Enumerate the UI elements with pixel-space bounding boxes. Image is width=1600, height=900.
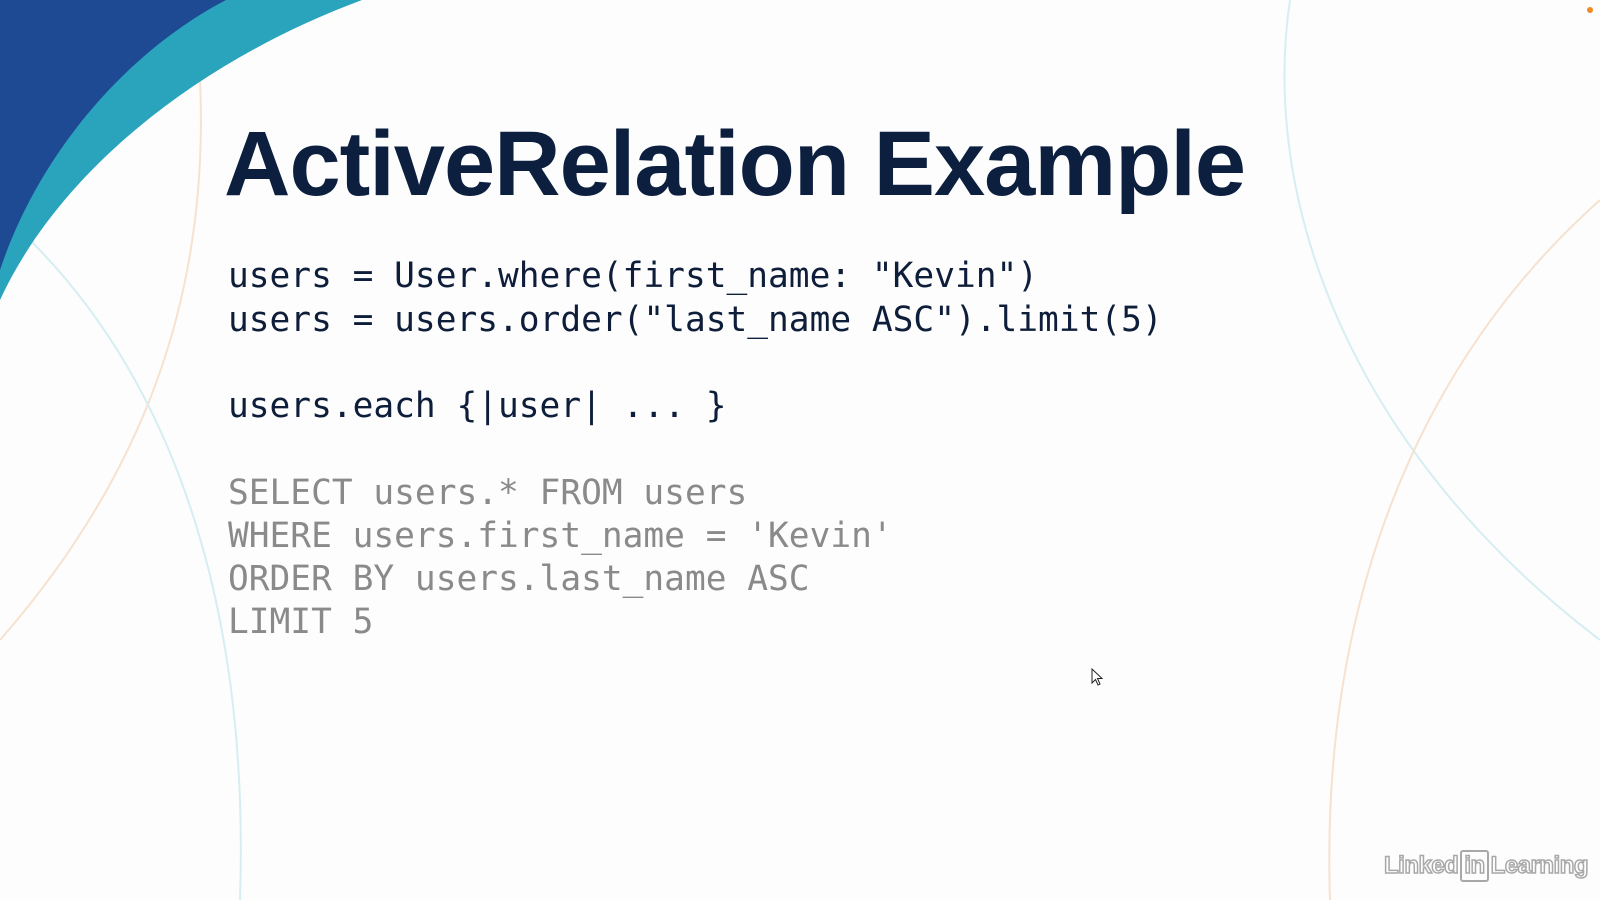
logo-text: Learning (1490, 851, 1589, 880)
linkedin-learning-logo: Linked in Learning (1383, 850, 1589, 882)
sql-code-line: ORDER BY users.last_name ASC (228, 559, 810, 599)
mouse-cursor-icon (1091, 668, 1104, 686)
sql-code-line: WHERE users.first_name = 'Kevin' (228, 516, 893, 556)
ruby-code-line: users.each {|user| ... } (228, 386, 727, 426)
ruby-code-line: users = User.where(first_name: "Kevin") (228, 256, 1039, 296)
logo-text: Linked (1383, 851, 1459, 880)
sql-code-line: SELECT users.* FROM users (228, 473, 748, 513)
logo-in-badge: in (1460, 850, 1489, 882)
sql-code-line: LIMIT 5 (228, 602, 374, 642)
slide-title: ActiveRelation Example (224, 113, 1246, 215)
ruby-code-line: users = users.order("last_name ASC").lim… (228, 300, 1163, 340)
